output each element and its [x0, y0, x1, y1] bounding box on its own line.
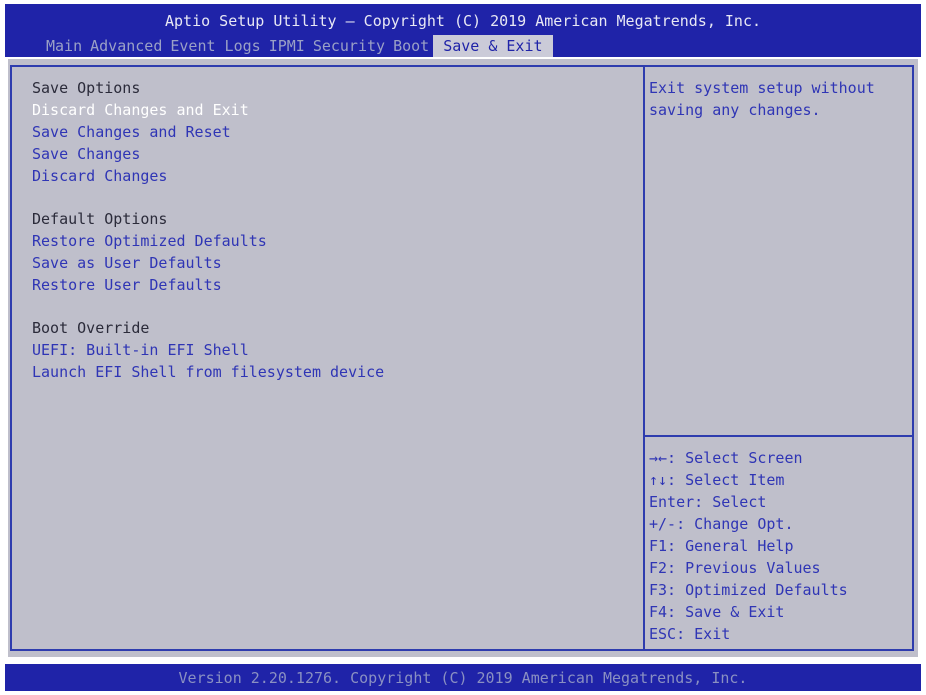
menu-pane: Save Options Discard Changes and Exit Sa… [32, 77, 632, 383]
header-bar: Aptio Setup Utility – Copyright (C) 2019… [5, 4, 921, 57]
tab-bar: Main Advanced Event Logs IPMI Security B… [42, 35, 553, 57]
help-divider [645, 435, 914, 437]
key-save-exit: F4: Save & Exit [649, 603, 785, 621]
menu-item-save-changes-and-reset[interactable]: Save Changes and Reset [32, 121, 632, 143]
footer-bar: Version 2.20.1276. Copyright (C) 2019 Am… [5, 664, 921, 691]
tab-advanced[interactable]: Advanced [86, 35, 166, 57]
key-change-opt: +/-: Change Opt. [649, 515, 794, 533]
menu-item-uefi-built-in-efi-shell[interactable]: UEFI: Built-in EFI Shell [32, 339, 632, 361]
tab-event-logs[interactable]: Event Logs [166, 35, 264, 57]
pane-divider [643, 65, 645, 651]
tab-save-exit[interactable]: Save & Exit [433, 35, 553, 57]
key-general-help: F1: General Help [649, 537, 794, 555]
main-panel: Save Options Discard Changes and Exit Sa… [8, 59, 918, 657]
tab-ipmi[interactable]: IPMI [265, 35, 309, 57]
key-select-screen: →←: Select Screen [649, 449, 803, 467]
key-esc-exit: ESC: Exit [649, 625, 731, 643]
key-select-item: ↑↓: Select Item [649, 471, 785, 489]
key-previous-values: F2: Previous Values [649, 559, 821, 577]
menu-item-discard-changes[interactable]: Discard Changes [32, 165, 632, 187]
menu-item-restore-optimized-defaults[interactable]: Restore Optimized Defaults [32, 230, 632, 252]
tab-boot[interactable]: Boot [389, 35, 433, 57]
item-help-text: Exit system setup without saving any cha… [649, 79, 884, 119]
setup-title: Aptio Setup Utility – Copyright (C) 2019… [164, 12, 762, 30]
version-footer: Version 2.20.1276. Copyright (C) 2019 Am… [178, 669, 748, 687]
key-enter-select: Enter: Select [649, 493, 767, 511]
heading-default-options: Default Options [32, 210, 168, 228]
key-optimized-defaults: F3: Optimized Defaults [649, 581, 848, 599]
key-legend: →←: Select Screen ↑↓: Select Item Enter:… [649, 447, 909, 645]
menu-item-save-changes[interactable]: Save Changes [32, 143, 632, 165]
menu-item-restore-user-defaults[interactable]: Restore User Defaults [32, 274, 632, 296]
tab-security[interactable]: Security [309, 35, 389, 57]
heading-save-options: Save Options [32, 79, 141, 97]
tab-main[interactable]: Main [42, 35, 86, 57]
menu-item-save-as-user-defaults[interactable]: Save as User Defaults [32, 252, 632, 274]
menu-item-launch-efi-shell[interactable]: Launch EFI Shell from filesystem device [32, 361, 632, 383]
menu-item-discard-changes-and-exit[interactable]: Discard Changes and Exit [32, 99, 632, 121]
heading-boot-override: Boot Override [32, 319, 150, 337]
bios-screen: Aptio Setup Utility – Copyright (C) 2019… [0, 0, 926, 695]
